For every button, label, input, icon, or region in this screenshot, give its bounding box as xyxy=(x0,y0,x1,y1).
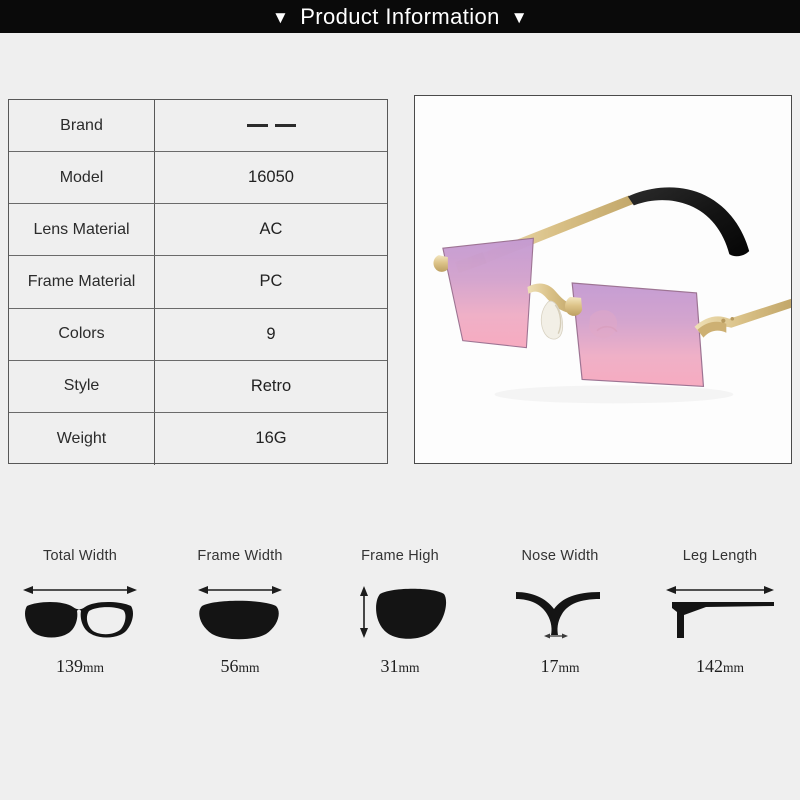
measurement-frame-width: Frame Width 56mm xyxy=(160,545,320,690)
table-row: Frame Material PC xyxy=(9,256,387,309)
full-frame-width-icon xyxy=(19,580,141,642)
spec-label-colors: Colors xyxy=(9,308,155,360)
table-row: Lens Material AC xyxy=(9,204,387,257)
spec-label-style: Style xyxy=(9,360,155,412)
dash-mark-1 xyxy=(246,124,268,127)
measurement-value: 56mm xyxy=(220,656,260,676)
page-title: Product Information xyxy=(300,3,500,29)
spec-label-brand: Brand xyxy=(9,100,155,152)
single-lens-width-icon xyxy=(192,580,288,642)
product-image-panel xyxy=(414,95,792,464)
single-lens-height-icon xyxy=(352,580,448,642)
spec-value-colors: 9 xyxy=(266,324,276,343)
measurement-total-width: Total Width 139mm xyxy=(0,545,160,690)
measurement-value: 139mm xyxy=(55,656,104,676)
page-header-title: ▼ Product Information ▼ xyxy=(272,4,528,30)
measurement-label: Total Width xyxy=(43,548,117,564)
sunglasses-product-photo xyxy=(415,96,791,463)
spec-value-model: 16050 xyxy=(248,168,294,187)
measurement-strip: Total Width 139mm Frame Width 56mm Frame… xyxy=(0,545,800,690)
nose-bridge-icon xyxy=(510,580,610,642)
measurement-label: Frame High xyxy=(361,548,439,564)
spec-value-weight: 16G xyxy=(255,429,287,448)
table-row: Brand xyxy=(9,100,387,153)
spec-value-frame-material: PC xyxy=(259,272,283,291)
spec-label-frame-material: Frame Material xyxy=(9,256,155,308)
table-row: Weight 16G xyxy=(9,412,387,465)
brand-dash-marks xyxy=(246,124,296,127)
temple-arm-icon xyxy=(664,580,776,642)
measurement-leg-length: Leg Length 142mm xyxy=(640,545,800,690)
measurement-label: Nose Width xyxy=(521,548,599,564)
table-row: Colors 9 xyxy=(9,308,387,361)
spec-value-lens-material: AC xyxy=(259,220,283,239)
triangle-down-left-icon: ▼ xyxy=(271,8,290,27)
dash-mark-2 xyxy=(274,124,296,127)
measurement-value: 31mm xyxy=(380,656,420,676)
spec-label-lens-material: Lens Material xyxy=(9,204,155,256)
specification-table: Brand Model 16050 Lens Material AC Frame… xyxy=(8,99,388,465)
triangle-down-right-icon: ▼ xyxy=(510,8,529,27)
table-row: Model 16050 xyxy=(9,152,387,205)
measurement-value: 142mm xyxy=(695,656,744,676)
spec-value-style: Retro xyxy=(250,376,292,395)
table-row: Style Retro xyxy=(9,360,387,413)
measurement-label: Leg Length xyxy=(682,548,758,564)
measurement-value: 17mm xyxy=(540,656,580,676)
measurement-nose-width: Nose Width 17mm xyxy=(480,545,640,690)
spec-value-brand xyxy=(155,100,387,151)
spec-label-weight: Weight xyxy=(9,412,155,465)
measurement-label: Frame Width xyxy=(197,548,283,564)
measurement-frame-high: Frame High 31mm xyxy=(320,545,480,690)
spec-label-model: Model xyxy=(9,152,155,204)
page-header: ▼ Product Information ▼ xyxy=(0,0,800,33)
